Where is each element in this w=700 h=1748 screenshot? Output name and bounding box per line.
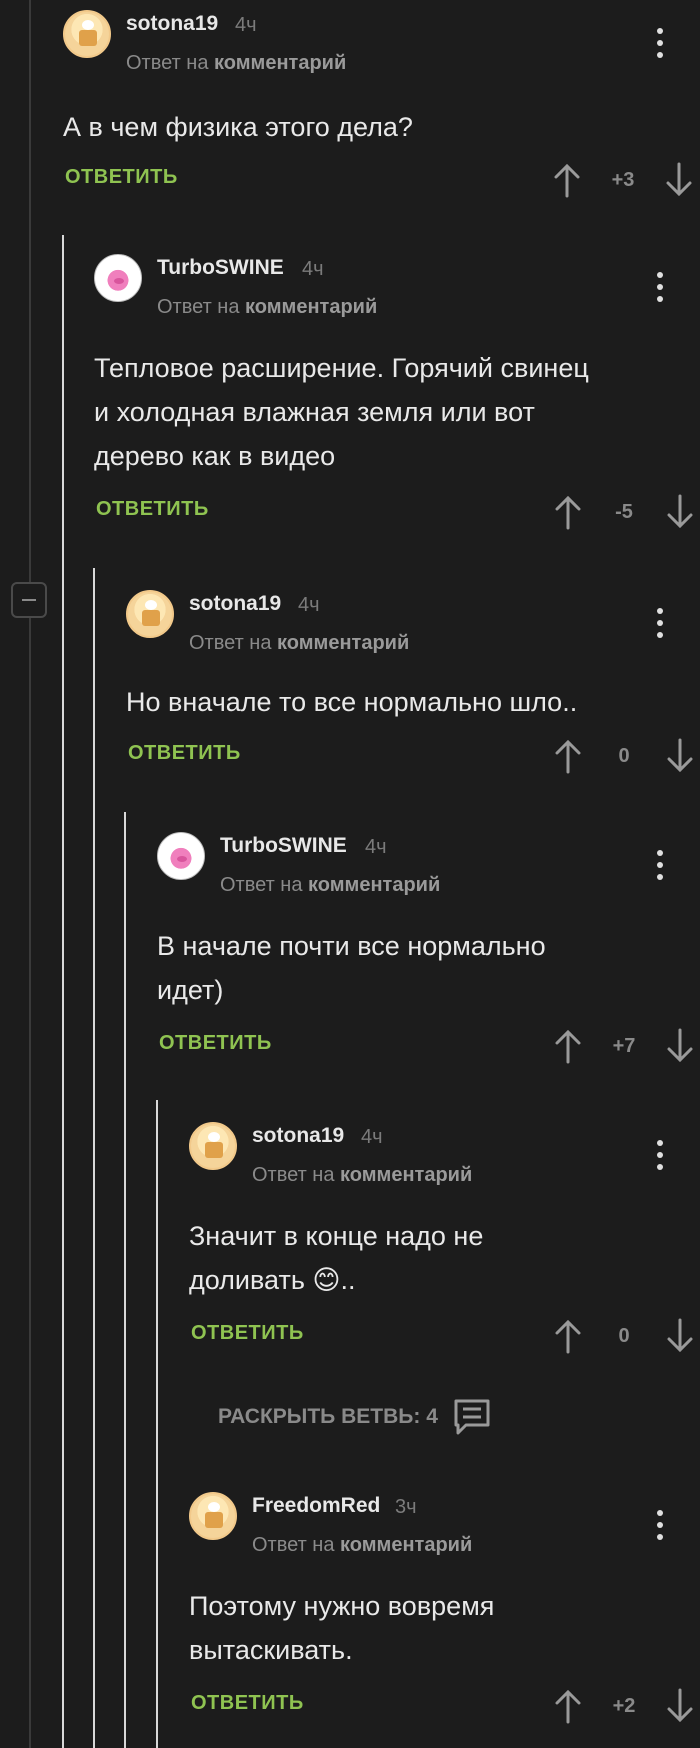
vote-controls: -5 bbox=[554, 494, 694, 534]
comment: sotona19 4ч Ответ на комментарий Но внач… bbox=[126, 590, 700, 780]
reply-button[interactable]: ОТВЕТИТЬ bbox=[65, 166, 178, 189]
more-options-icon[interactable] bbox=[657, 272, 663, 302]
comment: FreedomRed 3ч Ответ на комментарий Поэто… bbox=[189, 1492, 700, 1732]
username[interactable]: TurboSWINE bbox=[157, 256, 284, 280]
comment-time: 3ч bbox=[395, 1496, 417, 1518]
comment-text: В начале почти все нормально идет) bbox=[157, 931, 546, 1005]
reply-button[interactable]: ОТВЕТИТЬ bbox=[191, 1322, 304, 1345]
reply-to[interactable]: Ответ на комментарий bbox=[157, 296, 377, 319]
rating: -5 bbox=[615, 501, 633, 523]
reply-button[interactable]: ОТВЕТИТЬ bbox=[159, 1032, 272, 1055]
reply-prefix: Ответ на bbox=[126, 52, 209, 74]
comments-page: sotona19 4ч Ответ на комментарий А в чем… bbox=[0, 0, 700, 1748]
more-options-icon[interactable] bbox=[657, 28, 663, 58]
reply-button[interactable]: ОТВЕТИТЬ bbox=[128, 742, 241, 765]
comments-icon bbox=[454, 1399, 490, 1435]
cake-avatar[interactable] bbox=[189, 1492, 237, 1540]
comment: sotona19 4ч Ответ на комментарий А в чем… bbox=[63, 10, 700, 200]
comment-time: 4ч bbox=[235, 14, 257, 36]
vote-controls: +3 bbox=[553, 162, 693, 202]
comment: TurboSWINE 4ч Ответ на комментарий Тепло… bbox=[94, 254, 700, 534]
cake-avatar[interactable] bbox=[126, 590, 174, 638]
rating: 0 bbox=[618, 1325, 630, 1347]
vote-controls: 0 bbox=[554, 738, 694, 778]
username[interactable]: sotona19 bbox=[189, 592, 281, 616]
thread-line-active bbox=[156, 1100, 158, 1748]
expand-branch-button[interactable]: РАСКРЫТЬ ВЕТВЬ: 4 bbox=[218, 1398, 492, 1436]
reply-target-link[interactable]: комментарий bbox=[340, 1534, 472, 1556]
comment: sotona19 4ч Ответ на комментарий Значит … bbox=[189, 1122, 700, 1362]
upvote-arrow-icon[interactable] bbox=[554, 1688, 582, 1724]
reply-to[interactable]: Ответ на комментарий bbox=[252, 1534, 472, 1557]
reply-to[interactable]: Ответ на комментарий bbox=[126, 52, 346, 75]
downvote-arrow-icon[interactable] bbox=[666, 738, 694, 774]
more-options-icon[interactable] bbox=[657, 850, 663, 880]
more-options-icon[interactable] bbox=[657, 1140, 663, 1170]
upvote-arrow-icon[interactable] bbox=[554, 1318, 582, 1354]
cake-avatar[interactable] bbox=[189, 1122, 237, 1170]
comment-text: Поэтому нужно вовремя вытаскивать. bbox=[189, 1591, 495, 1665]
reply-to[interactable]: Ответ на комментарий bbox=[252, 1164, 472, 1187]
comment: TurboSWINE 4ч Ответ на комментарий В нач… bbox=[157, 832, 700, 1072]
comment-time: 4ч bbox=[302, 258, 324, 280]
expand-branch-label: РАСКРЫТЬ ВЕТВЬ: 4 bbox=[218, 1405, 438, 1428]
reply-to[interactable]: Ответ на комментарий bbox=[220, 874, 440, 897]
vote-controls: +7 bbox=[554, 1028, 694, 1068]
reply-target-link[interactable]: комментарий bbox=[245, 296, 377, 318]
comment-text: А в чем физика этого дела? bbox=[63, 112, 413, 142]
comment-text: Значит в конце надо не доливать 😊.. bbox=[189, 1221, 484, 1295]
upvote-arrow-icon[interactable] bbox=[553, 162, 581, 198]
thread-line-active bbox=[62, 235, 64, 1748]
upvote-arrow-icon[interactable] bbox=[554, 494, 582, 530]
downvote-arrow-icon[interactable] bbox=[666, 1028, 694, 1064]
downvote-arrow-icon[interactable] bbox=[665, 162, 693, 198]
username[interactable]: FreedomRed bbox=[252, 1494, 380, 1518]
reply-button[interactable]: ОТВЕТИТЬ bbox=[96, 498, 209, 521]
username[interactable]: sotona19 bbox=[252, 1124, 344, 1148]
rating: +2 bbox=[612, 1695, 636, 1717]
thread-line bbox=[29, 0, 31, 1748]
thread-line-active bbox=[93, 568, 95, 1748]
reply-target-link[interactable]: комментарий bbox=[340, 1164, 472, 1186]
username[interactable]: sotona19 bbox=[126, 12, 218, 36]
comment-text: Но вначале то все нормально шло.. bbox=[126, 687, 578, 717]
pig-avatar[interactable] bbox=[157, 832, 205, 880]
vote-controls: 0 bbox=[554, 1318, 694, 1358]
reply-to[interactable]: Ответ на комментарий bbox=[189, 632, 409, 655]
reply-target-link[interactable]: комментарий bbox=[308, 874, 440, 896]
vote-controls: +2 bbox=[554, 1688, 694, 1728]
downvote-arrow-icon[interactable] bbox=[666, 1318, 694, 1354]
rating: +7 bbox=[612, 1035, 636, 1057]
reply-button[interactable]: ОТВЕТИТЬ bbox=[191, 1692, 304, 1715]
comment-text: Тепловое расширение. Горячий свинец и хо… bbox=[94, 353, 589, 471]
more-options-icon[interactable] bbox=[657, 608, 663, 638]
reply-prefix: Ответ на bbox=[189, 632, 272, 654]
pig-avatar[interactable] bbox=[94, 254, 142, 302]
upvote-arrow-icon[interactable] bbox=[554, 1028, 582, 1064]
username[interactable]: TurboSWINE bbox=[220, 834, 347, 858]
upvote-arrow-icon[interactable] bbox=[554, 738, 582, 774]
thread-line-active bbox=[124, 812, 126, 1748]
comment-time: 4ч bbox=[365, 836, 387, 858]
reply-target-link[interactable]: комментарий bbox=[277, 632, 409, 654]
more-options-icon[interactable] bbox=[657, 1510, 663, 1540]
comment-time: 4ч bbox=[298, 594, 320, 616]
comment-time: 4ч bbox=[361, 1126, 383, 1148]
reply-prefix: Ответ на bbox=[252, 1534, 335, 1556]
reply-prefix: Ответ на bbox=[252, 1164, 335, 1186]
rating: 0 bbox=[618, 745, 630, 767]
collapse-thread-button[interactable] bbox=[11, 582, 47, 618]
reply-prefix: Ответ на bbox=[220, 874, 303, 896]
reply-prefix: Ответ на bbox=[157, 296, 240, 318]
cake-avatar[interactable] bbox=[63, 10, 111, 58]
downvote-arrow-icon[interactable] bbox=[666, 494, 694, 530]
downvote-arrow-icon[interactable] bbox=[666, 1688, 694, 1724]
reply-target-link[interactable]: комментарий bbox=[214, 52, 346, 74]
rating: +3 bbox=[611, 169, 635, 191]
